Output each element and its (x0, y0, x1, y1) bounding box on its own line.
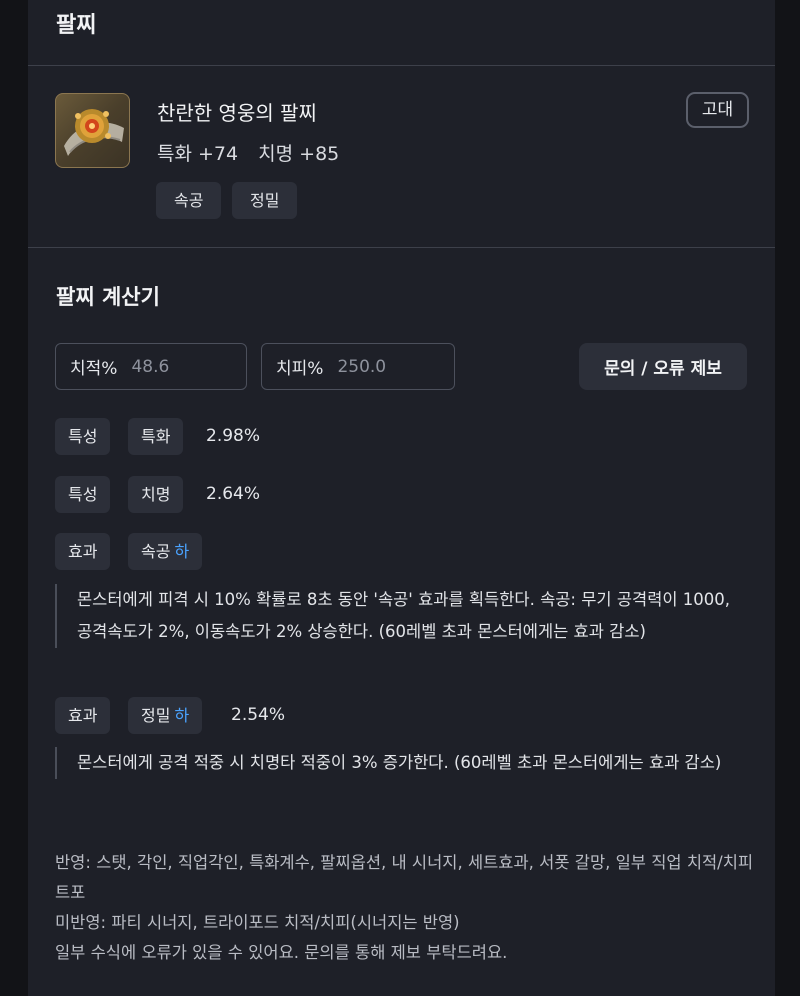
divider (28, 65, 775, 66)
note-line: 반영: 스탯, 각인, 직업각인, 특화계수, 팔찌옵션, 내 시너지, 세트효… (55, 853, 754, 902)
item-stats: 특화 +74 치명 +85 (157, 139, 353, 166)
crit-damage-field[interactable]: 치피% (261, 343, 455, 390)
crit-damage-input[interactable] (337, 356, 428, 377)
panel-title: 팔찌 (56, 13, 97, 38)
bracelet-item-icon (55, 93, 130, 168)
row-value: 2.98% (206, 426, 261, 446)
note-line: 미반영: 파티 시너지, 트라이포드 치적/치피(시너지는 반영) (55, 913, 460, 932)
divider (28, 247, 775, 248)
item-stat: 치명 +85 (258, 143, 340, 165)
effect-tag-precision: 정밀 (232, 182, 298, 219)
chip-name: 정밀 (141, 706, 171, 725)
item-name: 찬란한 영웅의 팔찌 (157, 101, 317, 125)
row-name-chip: 특화 (128, 418, 184, 455)
effect-description: 몬스터에게 공격 적중 시 치명타 적중이 3% 증가한다. (60레벨 초과 … (55, 747, 735, 779)
chip-level: 하 (174, 542, 190, 561)
crit-damage-label: 치피% (276, 359, 324, 379)
effect-tag-speed: 속공 (156, 182, 222, 219)
note-line: 일부 수식에 오류가 있을 수 있어요. 문의를 통해 제보 부탁드려요. (55, 943, 508, 962)
row-type-chip: 효과 (55, 697, 111, 734)
item-stat: 특화 +74 (157, 143, 239, 165)
bracelet-panel: 팔찌 찬란한 영웅의 팔찌 특화 +74 치명 +85 속공 정밀 고대 팔찌 … (28, 0, 775, 996)
chip-name: 속공 (141, 542, 171, 561)
crit-rate-label: 치적% (70, 359, 118, 379)
row-type-chip: 특성 (55, 418, 111, 455)
crit-rate-input[interactable] (131, 356, 222, 377)
grade-badge: 고대 (686, 92, 749, 128)
chip-level: 하 (174, 706, 190, 725)
row-name-chip: 속공 하 (128, 533, 203, 570)
calculator-title: 팔찌 계산기 (56, 285, 160, 309)
crit-rate-field[interactable]: 치적% (55, 343, 247, 390)
effect-description: 몬스터에게 피격 시 10% 확률로 8초 동안 '속공' 효과를 획득한다. … (55, 584, 735, 648)
row-name-chip: 정밀 하 (128, 697, 203, 734)
row-value: 2.54% (231, 705, 286, 725)
row-value: 2.64% (206, 484, 261, 504)
row-type-chip: 특성 (55, 476, 111, 513)
row-type-chip: 효과 (55, 533, 111, 570)
row-name-chip: 치명 (128, 476, 184, 513)
report-error-button[interactable]: 문의 / 오류 제보 (579, 343, 747, 390)
calculation-notes: 반영: 스탯, 각인, 직업각인, 특화계수, 팔찌옵션, 내 시너지, 세트효… (55, 848, 755, 968)
